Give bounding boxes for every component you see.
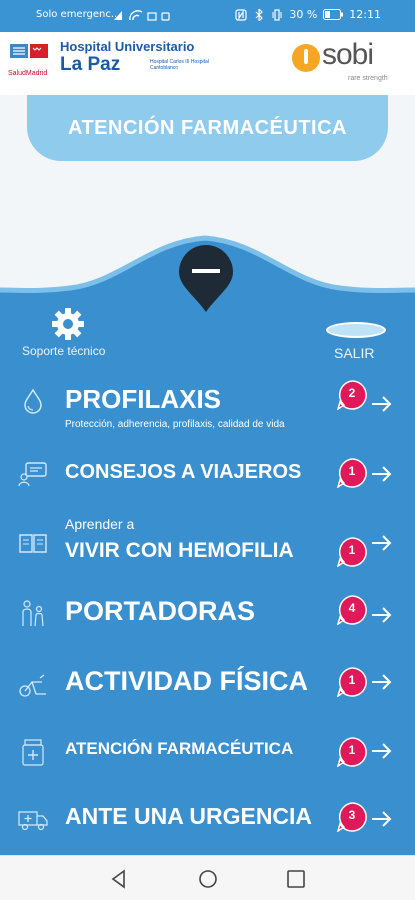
arrow-right-icon bbox=[372, 743, 392, 759]
book-icon bbox=[19, 534, 47, 553]
sobi-logo-icon bbox=[292, 44, 320, 72]
arrow-right-icon bbox=[372, 396, 392, 412]
exit-button[interactable]: SALIR bbox=[334, 345, 374, 361]
network-icons bbox=[114, 10, 170, 21]
arrow-right-icon bbox=[372, 811, 392, 827]
menu-item-consejos-viajeros[interactable]: CONSEJOS A VIAJEROS 1 bbox=[0, 455, 415, 495]
sponsor-name: sobi bbox=[322, 38, 374, 71]
arrow-right-icon bbox=[372, 674, 392, 690]
banner-title: ATENCIÓN FARMACÉUTICA bbox=[67, 117, 347, 139]
menu-item-vivir-hemofilia[interactable]: Aprender a VIVIR CON HEMOFILIA 1 bbox=[0, 514, 415, 570]
menu-item-title: ATENCIÓN FARMACÉUTICA bbox=[65, 739, 294, 758]
status-bar: Solo emergenc... 30 % 12:11 bbox=[0, 0, 415, 32]
menu-item-atencion-farmaceutica[interactable]: ATENCIÓN FARMACÉUTICA 1 bbox=[0, 734, 415, 774]
arrow-right-icon bbox=[372, 607, 392, 623]
notification-badge: 4 bbox=[336, 595, 367, 626]
notification-badge: 1 bbox=[336, 458, 367, 489]
menu-item-profilaxis[interactable]: PROFILAXIS Protección, adherencia, profi… bbox=[0, 380, 415, 436]
menu-item-title: CONSEJOS A VIAJEROS bbox=[65, 461, 302, 483]
menu-item-pretitle: Aprender a bbox=[65, 516, 135, 532]
drop-icon bbox=[24, 388, 42, 414]
notification-badge: 3 bbox=[336, 802, 367, 833]
sponsor-tagline: rare strength bbox=[348, 75, 388, 82]
section-banner[interactable]: ATENCIÓN FARMACÉUTICA bbox=[27, 95, 388, 161]
ambulance-icon bbox=[18, 811, 48, 831]
app-header: SaludMadrid Hospital Universitario La Pa… bbox=[0, 32, 415, 95]
bike-icon bbox=[19, 674, 46, 697]
hospital-name: Hospital Universitario bbox=[60, 39, 195, 54]
region-label: SaludMadrid bbox=[8, 70, 48, 77]
arrow-right-icon bbox=[372, 535, 392, 551]
support-label[interactable]: Soporte técnico bbox=[22, 344, 105, 358]
hospital-name-2: La Paz bbox=[60, 54, 121, 75]
exit-icon[interactable] bbox=[326, 322, 386, 338]
madrid-flag-icon bbox=[10, 44, 48, 58]
notification-badge: 2 bbox=[336, 380, 367, 411]
menu-item-title: PORTADORAS bbox=[65, 596, 256, 626]
battery-percent: 30 % bbox=[289, 8, 318, 21]
notification-badge: 1 bbox=[336, 737, 367, 768]
menu-item-subtitle: Protección, adherencia, profilaxis, cali… bbox=[65, 419, 285, 430]
menu-item-title: PROFILAXIS bbox=[65, 384, 222, 414]
menu-item-portadoras[interactable]: PORTADORAS 4 bbox=[0, 592, 415, 636]
menu-item-actividad-fisica[interactable]: ACTIVIDAD FÍSICA 1 bbox=[0, 664, 415, 708]
notification-badge: 1 bbox=[336, 667, 367, 698]
carrier-text: Solo emergenc... bbox=[36, 9, 121, 20]
notification-badge: 1 bbox=[336, 537, 367, 568]
battery-icon bbox=[323, 9, 344, 20]
bluetooth-icon bbox=[255, 8, 264, 21]
arrow-right-icon bbox=[372, 466, 392, 482]
nfc-icon bbox=[235, 8, 247, 21]
vibrate-icon bbox=[272, 8, 282, 21]
system-nav-bar bbox=[0, 855, 415, 900]
recents-icon[interactable] bbox=[285, 868, 307, 890]
menu-item-title: VIVIR CON HEMOFILIA bbox=[65, 539, 294, 562]
clock: 12:11 bbox=[349, 8, 381, 21]
home-icon[interactable] bbox=[197, 868, 219, 890]
gear-icon[interactable] bbox=[51, 307, 85, 341]
menu-item-urgencia[interactable]: ANTE UNA URGENCIA 3 bbox=[0, 800, 415, 840]
back-icon[interactable] bbox=[108, 868, 130, 890]
people-icon bbox=[22, 600, 44, 627]
hospital-sub: Hospital Carlos III Hospital Cantoblanco bbox=[150, 59, 209, 71]
medicine-icon bbox=[22, 739, 44, 766]
menu-item-title: ANTE UNA URGENCIA bbox=[65, 803, 313, 829]
drag-handle[interactable] bbox=[177, 244, 235, 314]
menu-item-title: ACTIVIDAD FÍSICA bbox=[65, 666, 308, 696]
chat-icon bbox=[18, 462, 47, 487]
